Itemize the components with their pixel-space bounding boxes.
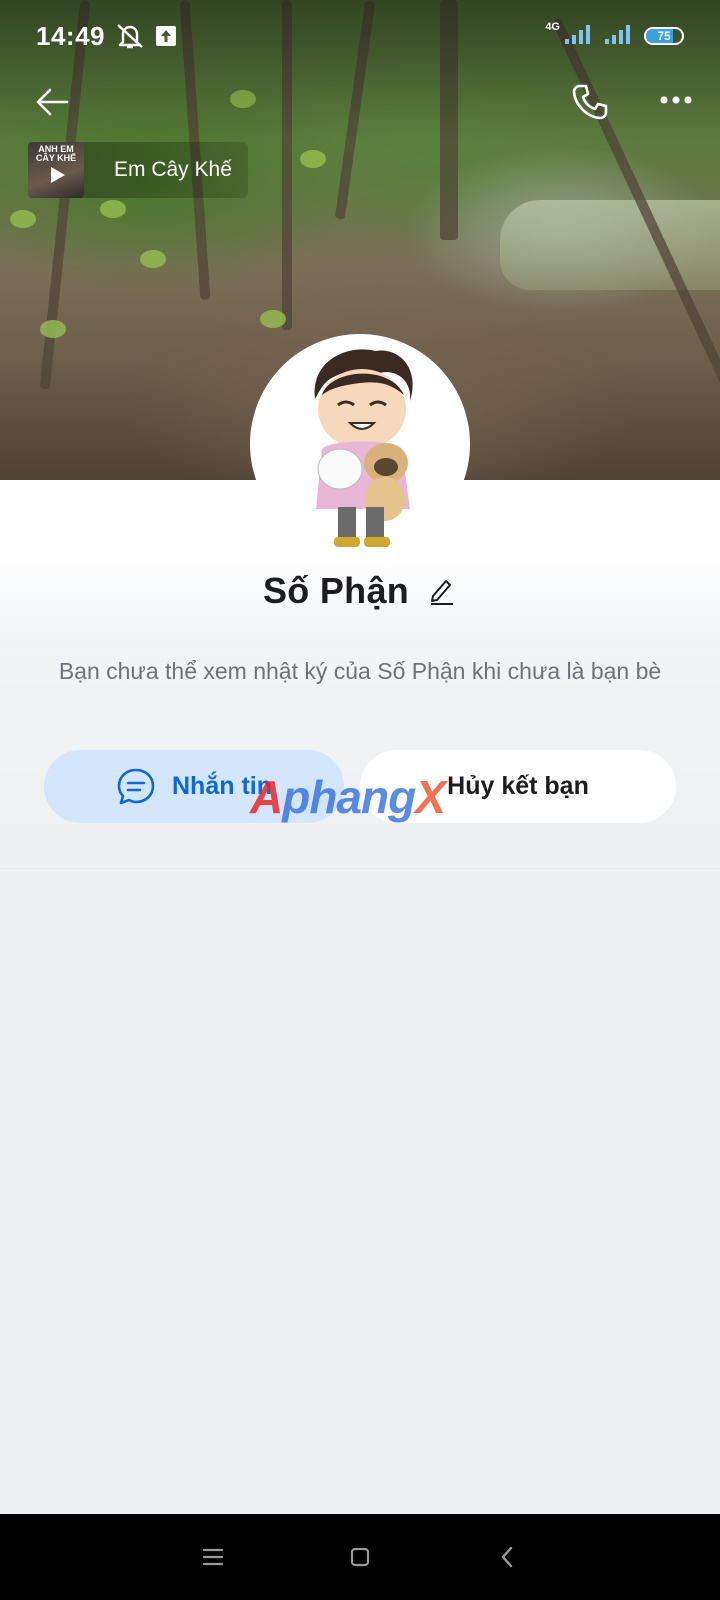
play-icon[interactable] bbox=[51, 167, 65, 183]
cover-leaf bbox=[10, 210, 36, 228]
chat-bubble-icon bbox=[117, 768, 155, 804]
cover-leaf bbox=[100, 200, 126, 218]
more-dots-icon bbox=[660, 96, 692, 104]
home-square-icon bbox=[350, 1547, 370, 1567]
avatar-cartoon bbox=[314, 349, 413, 547]
section-divider bbox=[0, 868, 720, 869]
pencil-icon bbox=[431, 580, 454, 605]
call-button[interactable] bbox=[566, 78, 614, 126]
profile-name: Số Phận bbox=[262, 570, 410, 611]
message-button[interactable]: Nhắn tin bbox=[44, 750, 344, 823]
message-button-label: Nhắn tin bbox=[172, 772, 272, 800]
network-label: 4G bbox=[545, 21, 560, 33]
edit-name-button[interactable] bbox=[427, 576, 457, 606]
menu-icon bbox=[203, 1548, 224, 1566]
arrow-left-icon bbox=[36, 88, 69, 116]
avatar[interactable] bbox=[250, 334, 470, 554]
album-text: ANH EM CÂY KHẾ bbox=[35, 144, 77, 163]
nav-home-button[interactable] bbox=[330, 1527, 390, 1587]
name-row: Số Phận bbox=[0, 566, 720, 616]
cover-leaf bbox=[300, 150, 326, 168]
nav-back-button[interactable] bbox=[477, 1527, 537, 1587]
cover-leaf bbox=[260, 310, 286, 328]
signal-icon bbox=[604, 23, 634, 50]
cover-water bbox=[500, 200, 720, 290]
signal-icon bbox=[564, 23, 594, 50]
nav-recents-button[interactable] bbox=[183, 1527, 243, 1587]
bell-off-icon bbox=[115, 22, 145, 50]
cover-leaf bbox=[40, 320, 66, 338]
cover-leaf bbox=[140, 250, 166, 268]
album-thumbnail: ANH EM CÂY KHẾ bbox=[28, 142, 84, 198]
upload-icon bbox=[155, 25, 177, 47]
back-button[interactable] bbox=[30, 80, 74, 124]
unfriend-button-label: Hủy kết bạn bbox=[447, 772, 589, 800]
more-button[interactable] bbox=[654, 78, 698, 122]
chevron-left-icon bbox=[501, 1546, 512, 1568]
music-title: Em Cây Khế bbox=[114, 158, 232, 181]
status-bar: 14:49 4G 75 bbox=[0, 0, 720, 72]
status-right: 4G 75 bbox=[545, 21, 684, 50]
status-time: 14:49 bbox=[36, 20, 105, 51]
battery-icon: 75 bbox=[644, 27, 684, 45]
unfriend-button[interactable]: Hủy kết bạn bbox=[360, 750, 676, 823]
phone-icon bbox=[572, 84, 608, 120]
system-nav-bar bbox=[0, 1514, 720, 1600]
privacy-note: Bạn chưa thể xem nhật ký của Số Phận khi… bbox=[58, 658, 662, 684]
battery-level: 75 bbox=[657, 29, 671, 43]
profile-music[interactable]: ANH EM CÂY KHẾ Em Cây Khế bbox=[28, 142, 248, 198]
